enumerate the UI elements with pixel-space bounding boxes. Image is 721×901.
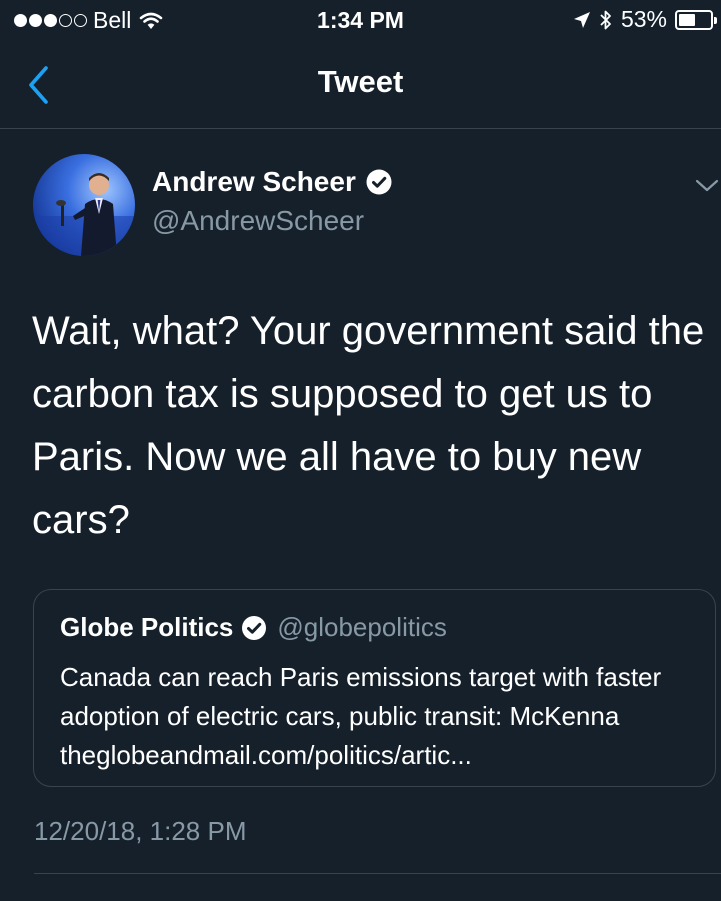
chevron-down-icon — [695, 179, 719, 192]
quoted-tweet-header: Globe Politics @globepolitics — [60, 612, 447, 643]
divider — [34, 873, 721, 874]
battery-level — [679, 13, 695, 26]
battery-icon — [675, 9, 717, 30]
quoted-tweet-card[interactable]: Globe Politics @globepolitics Canada can… — [33, 589, 716, 787]
quoted-author-name: Globe Politics — [60, 612, 234, 642]
avatar[interactable] — [33, 154, 135, 256]
avatar-image — [33, 154, 135, 256]
author-name-row[interactable]: Andrew Scheer — [152, 166, 392, 198]
tweet-timestamp: 12/20/18, 1:28 PM — [34, 816, 247, 846]
verified-badge-icon — [366, 169, 392, 195]
bluetooth-icon — [600, 10, 611, 29]
quoted-author-handle: @globepolitics — [277, 612, 447, 642]
status-right: 53% — [573, 6, 717, 33]
location-arrow-icon — [573, 11, 590, 28]
author-name: Andrew Scheer — [152, 166, 356, 197]
author-handle[interactable]: @AndrewScheer — [152, 205, 364, 237]
quoted-tweet-text: Canada can reach Paris emissions target … — [60, 662, 662, 770]
tweet-text: Wait, what? Your government said the car… — [32, 309, 705, 542]
battery-percent: 53% — [620, 6, 667, 32]
status-bar: Bell 1:34 PM 53% — [0, 0, 721, 42]
tweet-menu-button[interactable] — [694, 174, 720, 196]
verified-badge-icon — [242, 615, 267, 640]
nav-bar: Tweet — [0, 42, 721, 129]
page-title: Tweet — [317, 64, 404, 99]
